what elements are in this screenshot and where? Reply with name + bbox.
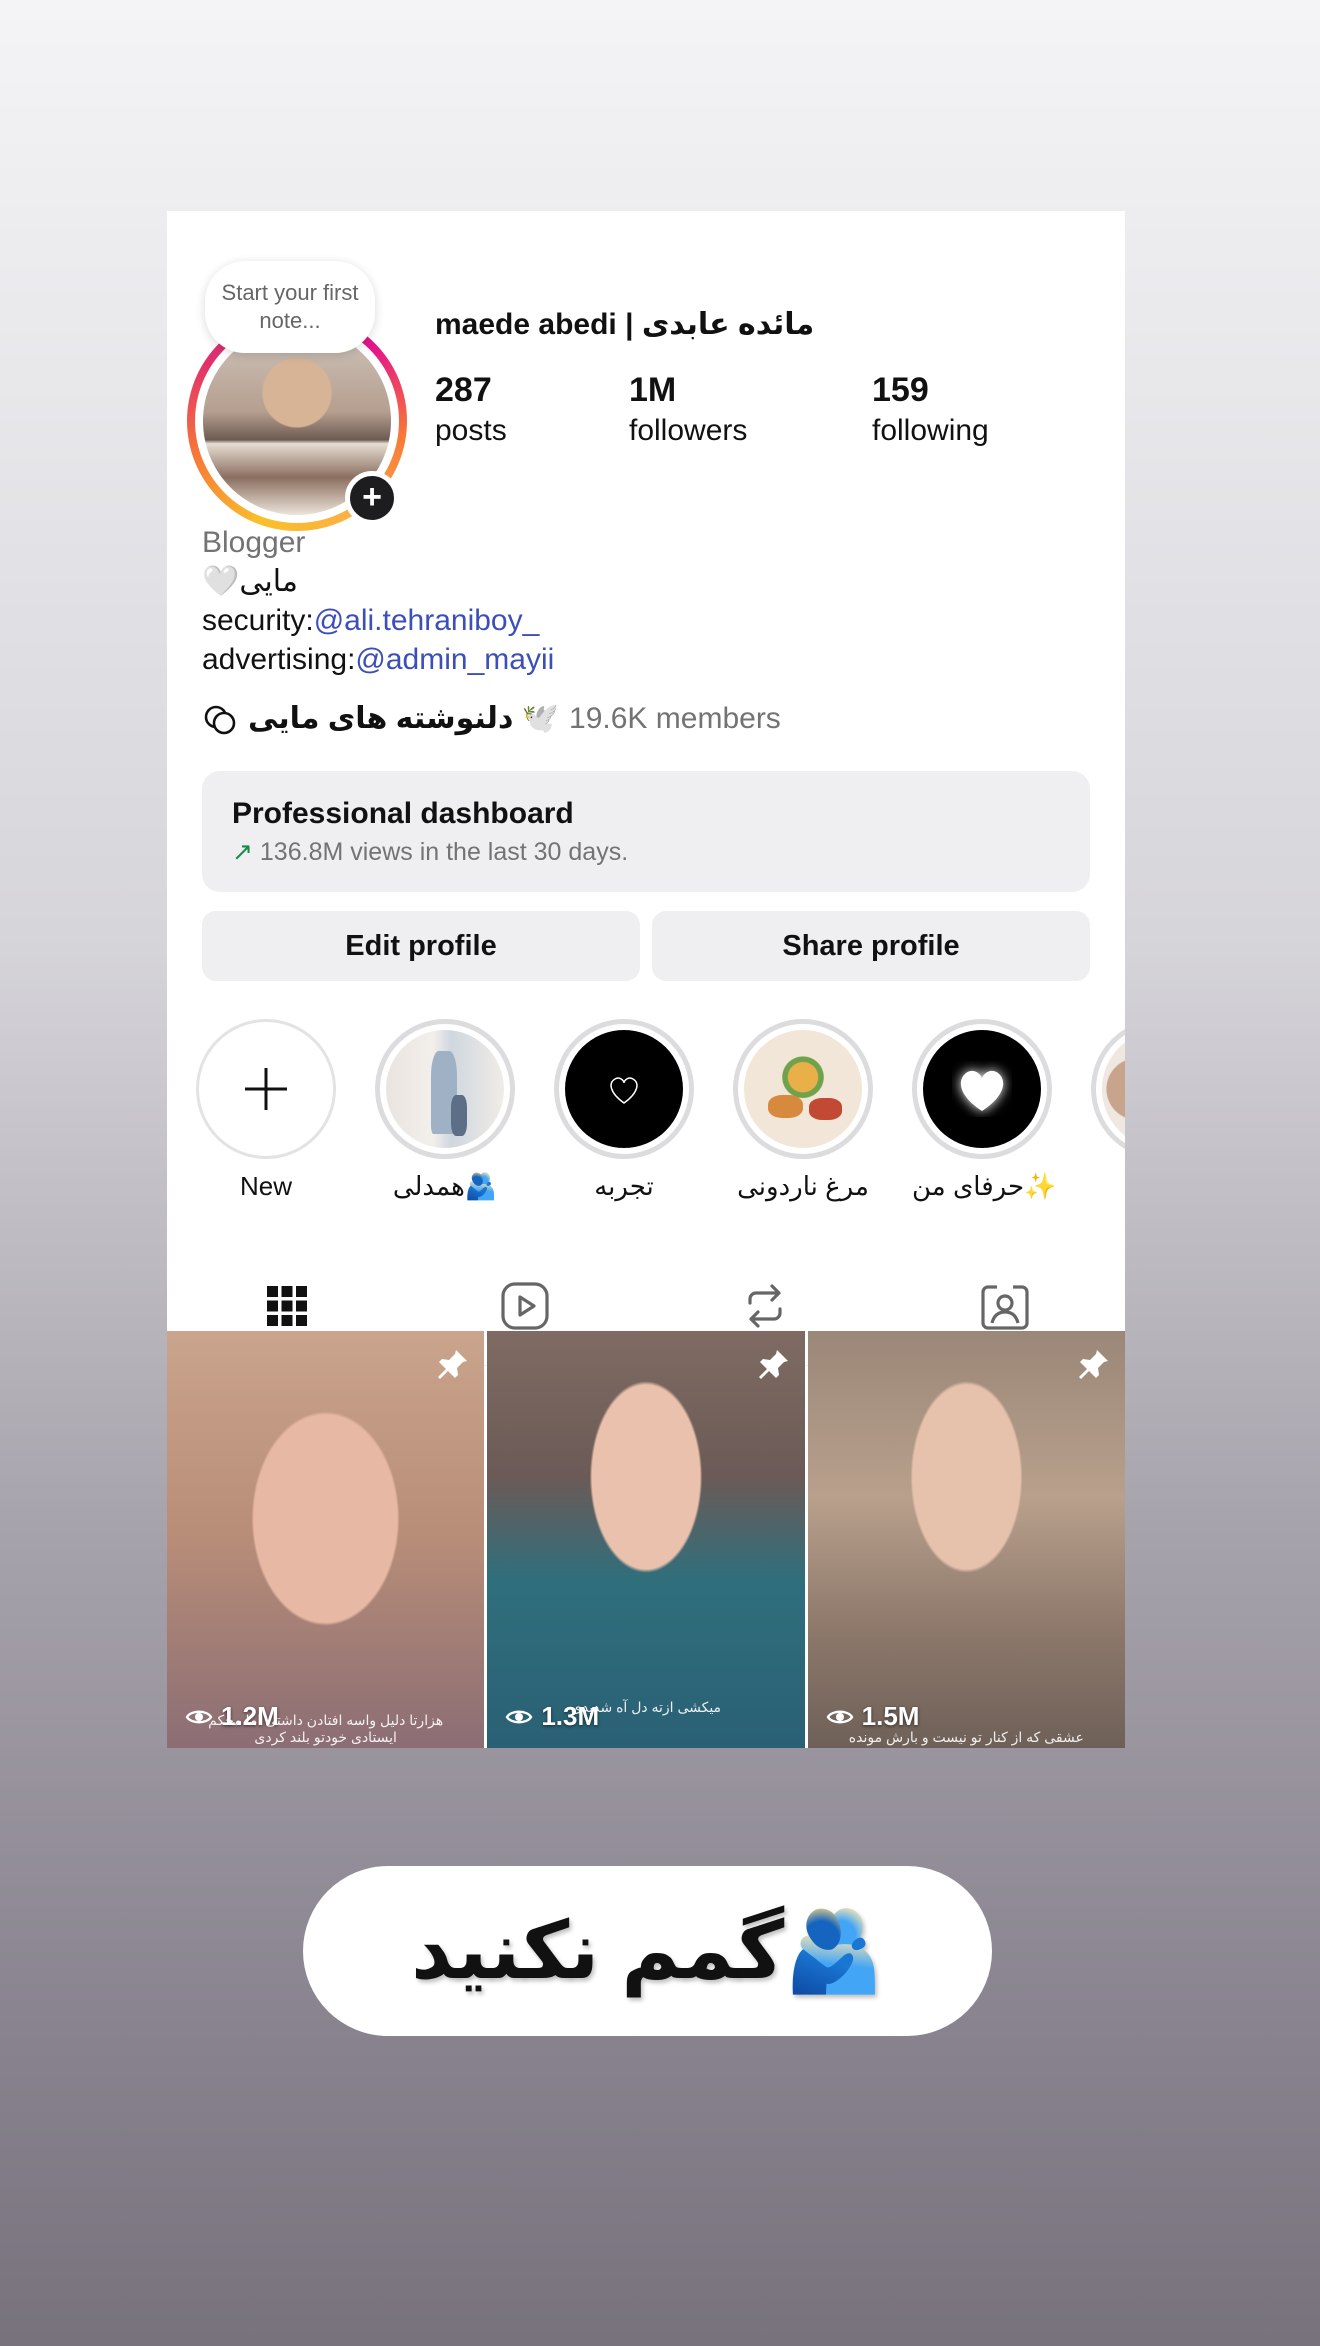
advertising-link[interactable]: @admin_mayii <box>355 643 554 676</box>
posts-count: 287 <box>435 371 492 409</box>
view-count: 1.5M <box>826 1701 919 1732</box>
sticker-text: گمم نکنید🫂 <box>411 1906 884 1995</box>
story-text-sticker: گمم نکنید🫂 <box>303 1866 992 2036</box>
posts-stat[interactable]: 287 posts <box>435 371 507 448</box>
post-caption: هزارتا دلیل واسه افتادن داشتی اما محکم ا… <box>208 1712 444 1745</box>
posts-label: posts <box>435 414 507 447</box>
post-thumbnail[interactable]: 1.3M میکشی ازته دل آه شدیدی <box>487 1331 805 1748</box>
post-caption: میکشی ازته دل آه شدیدی <box>570 1699 722 1715</box>
professional-dashboard[interactable]: Professional dashboard ↗ 136.8M views in… <box>202 771 1090 892</box>
highlight-cover <box>923 1030 1041 1148</box>
post-caption: عشقی که از کنار تو نیست و بارش مونده <box>848 1729 1084 1745</box>
dashboard-subtitle: ↗ 136.8M views in the last 30 days. <box>232 838 629 866</box>
repost-icon <box>748 1284 782 1328</box>
pin-icon <box>1078 1350 1108 1379</box>
bio-security: security:@ali.tehraniboy_ <box>202 604 540 637</box>
highlight-cover <box>386 1030 504 1148</box>
highlight-item[interactable]: حرفای من✨ <box>912 1019 1057 1202</box>
highlight-label: حرفای من✨ <box>912 1171 1057 1201</box>
highlight-item[interactable]: مرغ ناردونی <box>733 1019 873 1202</box>
following-count: 159 <box>872 371 929 409</box>
channel-icon <box>204 705 236 734</box>
reels-play-icon <box>501 1282 549 1330</box>
followers-label: followers <box>629 414 748 447</box>
highlight-cover <box>1102 1030 1125 1148</box>
highlight-cover <box>565 1030 683 1148</box>
highlight-cover <box>744 1030 862 1148</box>
post-thumbnail[interactable]: 1.5M عشقی که از کنار تو نیست و بارش موند… <box>807 1331 1125 1748</box>
bio-line: 🤍مایی <box>202 565 298 598</box>
note-bubble[interactable]: Start your first note... <box>205 261 375 353</box>
add-story-icon[interactable]: + <box>345 471 399 525</box>
plus-icon <box>245 1068 287 1110</box>
pin-icon <box>758 1350 788 1379</box>
bio: Blogger 🤍مایی security:@ali.tehraniboy_ … <box>202 523 554 679</box>
eye-icon <box>826 1710 854 1723</box>
highlight-label: تجربه <box>594 1171 654 1201</box>
bio-category: Blogger <box>202 526 306 559</box>
highlight-item[interactable]: تجربه <box>554 1019 694 1202</box>
security-link[interactable]: @ali.tehraniboy_ <box>314 604 540 637</box>
following-label: following <box>872 414 989 447</box>
profile-name: maede abedi | مائده عابدی <box>435 308 815 341</box>
broadcast-channel[interactable]: دلنوشته های مایی 🕊️ 19.6K members <box>202 701 781 736</box>
bio-advertising: advertising:@admin_mayii <box>202 643 555 676</box>
highlight-label: همدلی🫂 <box>392 1171 498 1201</box>
edit-profile-button[interactable]: Edit profile <box>202 911 640 981</box>
posts-grid: 1.2M هزارتا دلیل واسه افتادن داشتی اما م… <box>167 1331 1125 1748</box>
grid-icon <box>267 1286 307 1326</box>
share-profile-button[interactable]: Share profile <box>652 911 1090 981</box>
channel-name: دلنوشته های مایی 🕊️ <box>248 702 560 735</box>
highlight-label: New <box>239 1171 292 1201</box>
highlight-new[interactable]: New <box>196 1019 336 1202</box>
tagged-person-icon <box>981 1285 1029 1330</box>
profile-card: + Start your first note... maede abedi |… <box>167 211 1125 1748</box>
heart-doodle-icon <box>610 1077 638 1104</box>
channel-members: 19.6K members <box>569 701 781 735</box>
trend-arrow-icon: ↗ <box>232 838 253 866</box>
dashboard-title: Professional dashboard <box>232 797 574 830</box>
following-stat[interactable]: 159 following <box>872 371 989 448</box>
highlight-item-partial[interactable] <box>1091 1019 1125 1159</box>
pin-icon <box>438 1350 468 1379</box>
glowing-heart-icon <box>960 1070 1004 1111</box>
highlight-item[interactable]: همدلی🫂 <box>375 1019 515 1202</box>
highlight-label: مرغ ناردونی <box>737 1171 869 1201</box>
followers-count: 1M <box>629 371 677 409</box>
followers-stat[interactable]: 1M followers <box>629 371 747 448</box>
note-text: Start your first note... <box>221 280 359 333</box>
post-thumbnail[interactable]: 1.2M هزارتا دلیل واسه افتادن داشتی اما م… <box>167 1331 485 1748</box>
